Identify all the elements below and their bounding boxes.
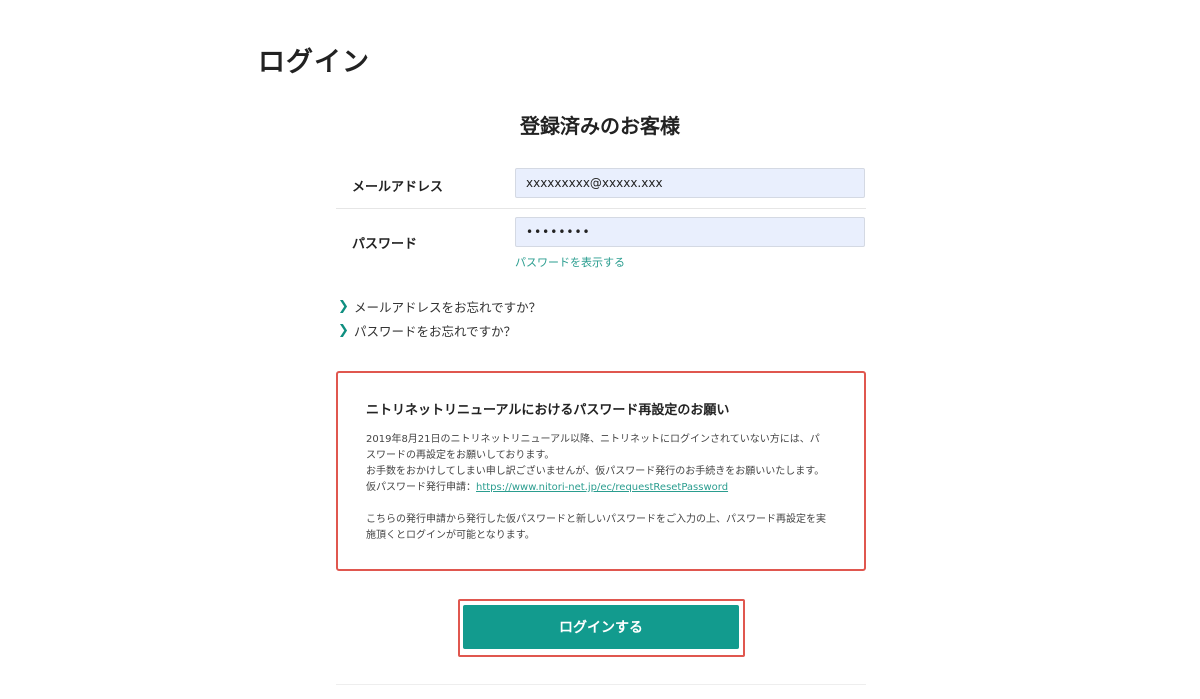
notice-link-line: 仮パスワード発行申請：https://www.nitori-net.jp/ec/…	[366, 480, 836, 496]
bottom-divider	[336, 684, 866, 685]
reset-password-link[interactable]: https://www.nitori-net.jp/ec/requestRese…	[476, 482, 728, 493]
help-links: ❯ メールアドレスをお忘れですか？ ❯ パスワードをお忘れですか？	[338, 294, 541, 342]
notice-spacer	[366, 496, 836, 512]
email-input[interactable]	[515, 168, 865, 198]
chevron-right-icon: ❯	[338, 322, 349, 338]
password-row: パスワード パスワードを表示する	[336, 209, 866, 269]
notice-line-2: スワードの再設定をお願いしております。	[366, 450, 555, 461]
notice-body: 2019年8月21日のニトリネットリニューアル以降、ニトリネットにログインされて…	[366, 432, 836, 544]
email-label: メールアドレス	[352, 180, 444, 195]
forgot-password-link[interactable]: ❯ パスワードをお忘れですか？	[338, 318, 541, 342]
notice-line-1: 2019年8月21日のニトリネットリニューアル以降、ニトリネットにログインされて…	[366, 434, 820, 445]
login-button[interactable]: ログインする	[463, 605, 739, 649]
password-input[interactable]	[515, 217, 865, 247]
forgot-email-link[interactable]: ❯ メールアドレスをお忘れですか？	[338, 294, 541, 318]
show-password-link[interactable]: パスワードを表示する	[515, 254, 625, 270]
forgot-email-label: メールアドレスをお忘れですか？	[354, 299, 542, 315]
login-page: ログイン 登録済みのお客様 メールアドレス パスワード パスワードを表示する ❯…	[0, 0, 1200, 699]
email-row: メールアドレス	[336, 160, 866, 209]
page-title: ログイン	[258, 47, 370, 78]
section-title: 登録済みのお客様	[520, 114, 680, 138]
notice-title: ニトリネットリニューアルにおけるパスワード再設定のお願い	[366, 403, 730, 418]
notice-line-5: 施頂くとログインが可能となります。	[366, 530, 535, 541]
password-reset-notice: ニトリネットリニューアルにおけるパスワード再設定のお願い 2019年8月21日の…	[336, 371, 866, 571]
password-label: パスワード	[352, 237, 418, 252]
forgot-password-label: パスワードをお忘れですか？	[354, 323, 517, 339]
chevron-right-icon: ❯	[338, 298, 349, 314]
notice-line-3: お手数をおかけしてしまい申し訳ございませんが、仮パスワード発行のお手続きをお願い…	[366, 466, 825, 477]
notice-link-prefix: 仮パスワード発行申請：	[366, 482, 476, 493]
notice-line-4: こちらの発行申請から発行した仮パスワードと新しいパスワードをご入力の上、パスワー…	[366, 514, 826, 525]
